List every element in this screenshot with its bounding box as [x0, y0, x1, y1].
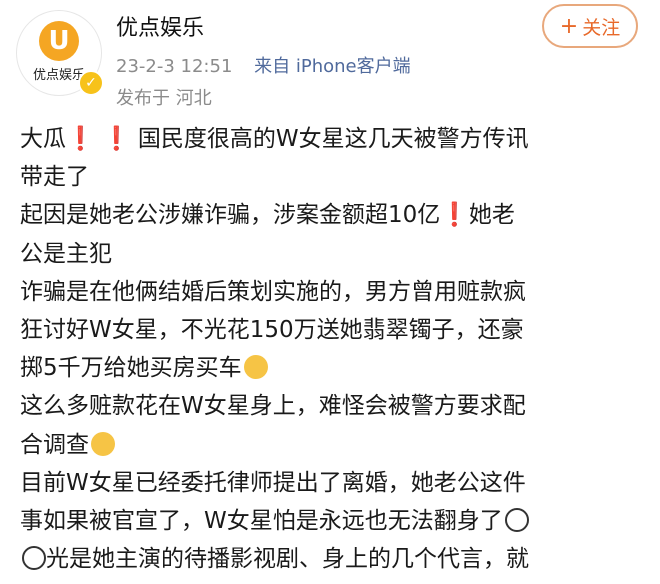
content-line: 合调查 — [20, 426, 636, 464]
plus-icon: + — [559, 13, 579, 39]
content-line: 掷5千万给她买房买车 — [20, 349, 636, 387]
timestamp: 23-2-3 12:51 — [116, 56, 233, 77]
content-text: 目前W女星已经委托律师提出了离婚，她老公这件 — [20, 469, 526, 496]
smirk-emoji-icon — [243, 355, 268, 380]
content-text: 掷5千万给她买房买车 — [20, 355, 242, 382]
content-line: 事如果被官宣了，W女星怕是永远也无法翻身了 — [20, 502, 636, 540]
content-line: 狂讨好W女星，不光花150万送她翡翠镯子，还豪 — [20, 311, 636, 349]
content-line: 带走了 — [20, 158, 636, 196]
post-meta: 23-2-3 12:51 来自 iPhone客户端 — [116, 52, 411, 78]
brand-logo-icon: U — [39, 21, 79, 61]
content-line: 公是主犯 — [20, 235, 636, 273]
content-line: 起因是她老公涉嫌诈骗，涉案金额超10亿❗她老 — [20, 196, 636, 234]
panda-emoji-icon — [22, 546, 46, 571]
exclamation-icon: ❗ — [66, 126, 95, 152]
content-text: 起因是她老公涉嫌诈骗，涉案金额超10亿 — [20, 202, 441, 229]
content-line: 光是她主演的待播影视剧、身上的几个代言，就 — [20, 540, 636, 578]
exclamation-icon: ❗ — [440, 202, 469, 229]
content-text: 公是主犯 — [20, 240, 112, 267]
post-header: U 优点娱乐 ✓ 优点娱乐 23-2-3 12:51 来自 iPhone客户端 … — [0, 0, 660, 118]
post-location: 发布于 河北 — [116, 88, 212, 109]
content-line: 大瓜❗ ❗ 国民度很高的W女星这几天被警方传讯 — [20, 120, 636, 158]
content-line: 这么多赃款花在W女星身上，难怪会被警方要求配 — [20, 387, 636, 425]
post-content: 大瓜❗ ❗ 国民度很高的W女星这几天被警方传讯 带走了 起因是她老公涉嫌诈骗，涉… — [20, 120, 636, 578]
content-text: 她老 — [468, 202, 515, 229]
content-text: 光是她主演的待播影视剧、身上的几个代言，就 — [46, 546, 529, 573]
content-text: 大瓜 — [20, 126, 66, 152]
content-text: 国民度很高的W女星这几天被警方传讯 — [137, 126, 529, 152]
content-line: 目前W女星已经委托律师提出了离婚，她老公这件 — [20, 464, 636, 502]
username[interactable]: 优点娱乐 — [116, 10, 204, 42]
content-line: 诈骗是在他俩结婚后策划实施的，男方曾用赃款疯 — [20, 273, 636, 311]
content-text: 诈骗是在他俩结婚后策划实施的，男方曾用赃款疯 — [20, 278, 526, 305]
content-text: 带走了 — [20, 164, 89, 191]
verified-badge-icon: ✓ — [78, 70, 104, 96]
panda-emoji-icon — [504, 508, 529, 533]
exclamation-icon: ❗ — [101, 126, 131, 152]
content-text: 狂讨好W女星，不光花150万送她翡翠镯子，还豪 — [20, 317, 524, 344]
wink-emoji-icon — [91, 431, 115, 456]
content-text: 合调查 — [20, 431, 89, 458]
content-text: 这么多赃款花在W女星身上，难怪会被警方要求配 — [20, 393, 526, 420]
follow-label: 关注 — [582, 16, 621, 39]
content-text: 事如果被官宣了，W女星怕是永远也无法翻身了 — [20, 508, 503, 535]
follow-button[interactable]: + 关注 — [542, 4, 638, 48]
source-client[interactable]: 来自 iPhone客户端 — [254, 56, 410, 77]
